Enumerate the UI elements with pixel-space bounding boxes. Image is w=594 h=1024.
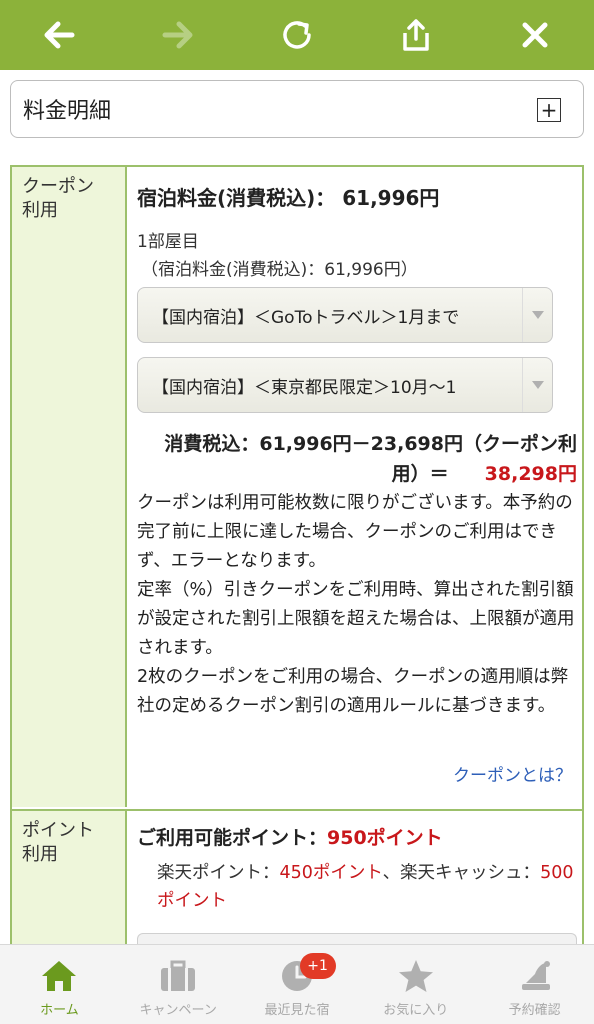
dropdown-arrow-icon	[522, 288, 552, 342]
share-icon	[403, 19, 429, 51]
tab-recently-viewed-label: 最近見た宿	[264, 1003, 330, 1018]
coupon-row: クーポン 利用 宿泊料金(消費税込)： 61,996円 1部屋目 （宿泊料金(消…	[12, 167, 582, 807]
room-fee: （宿泊料金(消費税込)：61,996円）	[141, 260, 418, 280]
coupon-select-2[interactable]: 【国内宿泊】＜東京都民限定＞10月～1	[137, 357, 553, 413]
bell-icon	[521, 961, 550, 990]
bottom-tab-bar: ホーム キャンペーン +1 最近見た宿 お気に入り 予約確認	[0, 944, 594, 1024]
coupon-row-label: クーポン 利用	[12, 167, 127, 807]
tab-recently-viewed[interactable]: +1 最近見た宿	[238, 945, 357, 1024]
close-icon	[522, 22, 548, 48]
accommodation-fee: 宿泊料金(消費税込)： 61,996円	[137, 186, 440, 210]
point-row-label: ポイント 利用	[12, 811, 127, 953]
available-points-value: 950ポイント	[327, 827, 443, 849]
tab-campaign-label: キャンペーン	[139, 1003, 217, 1018]
discounted-total: 38,298円	[484, 463, 577, 485]
rakuten-cash-label: 、楽天キャッシュ：	[382, 863, 541, 883]
arrow-left-icon	[44, 21, 75, 49]
price-calculation: 消費税込：61,996円－23,698円（クーポン利用）＝ 38,298円	[137, 429, 577, 489]
tab-favorites-label: お気に入り	[383, 1003, 449, 1018]
coupon-select-2-value: 【国内宿泊】＜東京都民限定＞10月～1	[152, 377, 457, 398]
fee-detail-title: 料金明細	[23, 99, 112, 124]
expand-icon[interactable]: +	[537, 98, 561, 122]
coupon-select-1[interactable]: 【国内宿泊】＜GoToトラベル＞1月まで	[137, 287, 553, 343]
available-points-label: ご利用可能ポイント：	[137, 827, 328, 849]
share-button[interactable]	[386, 5, 446, 65]
arrow-right-icon	[162, 21, 193, 49]
tab-home[interactable]: ホーム	[0, 945, 119, 1024]
tab-home-label: ホーム	[40, 1003, 79, 1018]
rakuten-point-label: 楽天ポイント：	[157, 863, 280, 883]
rakuten-point-value: 450ポイント	[279, 863, 383, 883]
notification-badge: +1	[299, 953, 336, 979]
suitcase-icon	[161, 960, 196, 991]
forward-button[interactable]	[148, 5, 208, 65]
tab-campaign[interactable]: キャンペーン	[119, 945, 238, 1024]
reload-button[interactable]	[267, 5, 327, 65]
what-is-coupon-link[interactable]: クーポンとは？	[453, 761, 572, 786]
top-bar	[0, 0, 594, 70]
tab-favorites[interactable]: お気に入り	[356, 945, 475, 1024]
coupon-select-1-value: 【国内宿泊】＜GoToトラベル＞1月まで	[152, 307, 460, 328]
fee-table: クーポン 利用 宿泊料金(消費税込)： 61,996円 1部屋目 （宿泊料金(消…	[10, 165, 584, 955]
dropdown-arrow-icon	[522, 358, 552, 412]
tab-reservation[interactable]: 予約確認	[475, 945, 594, 1024]
fee-detail-header[interactable]: 料金明細 +	[10, 80, 584, 138]
home-icon	[42, 961, 77, 991]
point-row: ポイント 利用 ご利用可能ポイント：950ポイント 楽天ポイント：450ポイント…	[12, 809, 582, 953]
reload-icon	[283, 21, 311, 49]
point-breakdown: 楽天ポイント：450ポイント、楽天キャッシュ：500ポイント	[157, 859, 577, 915]
star-icon	[398, 960, 433, 992]
close-button[interactable]	[505, 5, 565, 65]
coupon-notice: クーポンは利用可能枚数に限りがございます。本予約の完了前に上限に達した場合、クー…	[137, 493, 575, 716]
tab-reservation-label: 予約確認	[508, 1003, 561, 1018]
room-label: 1部屋目	[137, 232, 199, 252]
available-points: ご利用可能ポイント：950ポイント	[137, 823, 443, 850]
back-button[interactable]	[29, 5, 89, 65]
